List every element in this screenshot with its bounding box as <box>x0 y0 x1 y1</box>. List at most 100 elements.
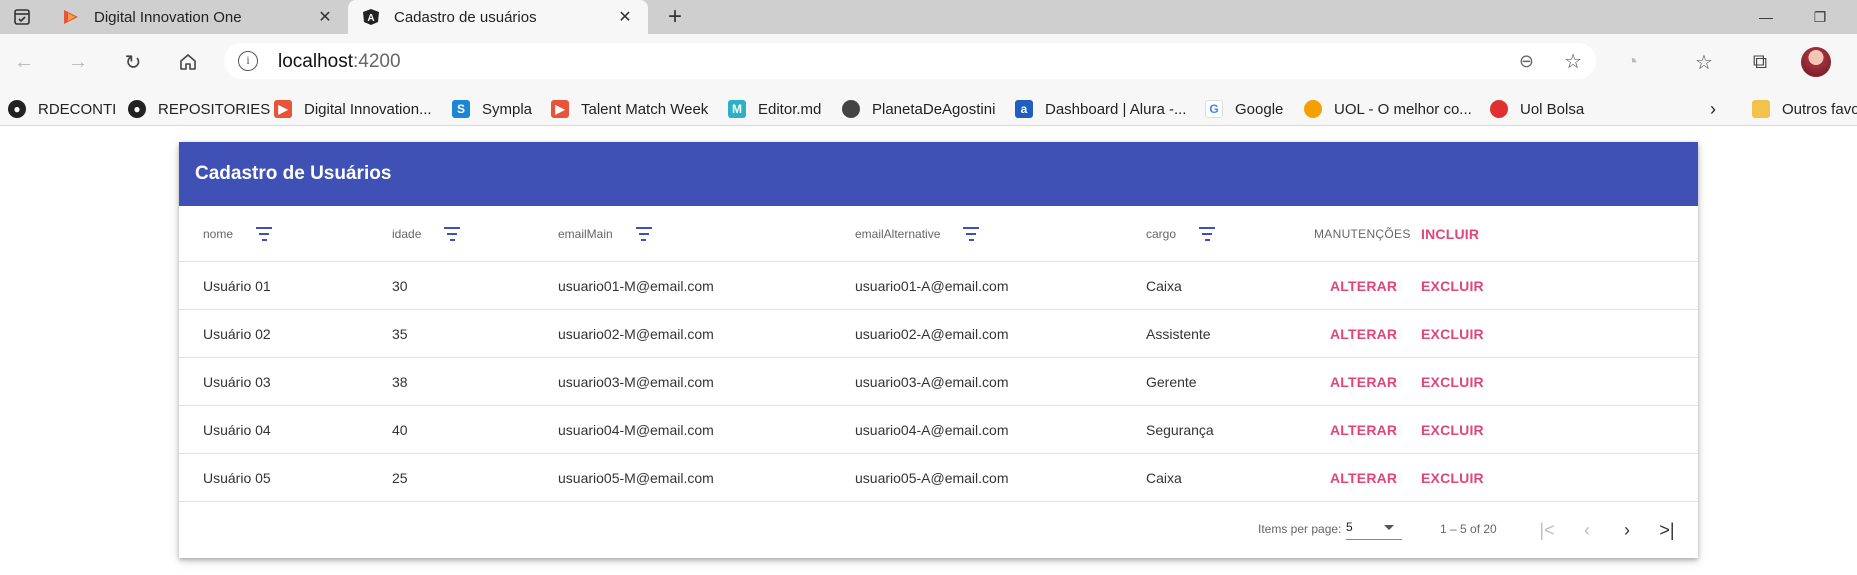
url-text: localhost:4200 <box>278 51 401 73</box>
excluir-button[interactable]: EXCLUIR <box>1421 262 1484 309</box>
collections-icon[interactable]: ⧉ <box>1748 50 1772 74</box>
excluir-button[interactable]: EXCLUIR <box>1421 310 1484 357</box>
cell-emailmain: usuario04-M@email.com <box>558 421 714 438</box>
column-header-cargo: cargo <box>1146 206 1216 261</box>
back-arrow-icon: ← <box>14 50 34 73</box>
cell-idade: 35 <box>392 325 408 342</box>
filter-icon[interactable] <box>962 226 980 241</box>
column-label: idade <box>392 226 422 241</box>
uol-icon <box>1490 100 1508 118</box>
cell-nome: Usuário 05 <box>203 469 271 486</box>
alterar-button[interactable]: ALTERAR <box>1330 454 1397 501</box>
cell-emailalternative: usuario05-A@email.com <box>855 469 1009 486</box>
site-info-icon[interactable]: i <box>238 51 258 71</box>
filter-icon[interactable] <box>1198 226 1216 241</box>
last-page-button[interactable]: >| <box>1653 516 1681 544</box>
restore-button[interactable]: ❐ <box>1797 0 1843 34</box>
bookmark-outros-favoritos[interactable]: Outros favo <box>1752 98 1857 120</box>
home-button[interactable] <box>168 42 208 82</box>
alterar-button[interactable]: ALTERAR <box>1330 358 1397 405</box>
bookmark-rdeconti[interactable]: ● RDECONTI <box>8 98 116 120</box>
cell-idade: 25 <box>392 469 408 486</box>
table-row: Usuário 01 30 usuario01-M@email.com usua… <box>179 262 1698 310</box>
filter-icon[interactable] <box>255 226 273 241</box>
table-row: Usuário 05 25 usuario05-M@email.com usua… <box>179 454 1698 502</box>
previous-page-button[interactable]: ‹ <box>1573 516 1601 544</box>
bookmark-planetadeagostini[interactable]: PlanetaDeAgostini <box>842 98 995 120</box>
reload-button[interactable]: ↻ <box>113 42 153 82</box>
bookmark-uol[interactable]: UOL - O melhor co... <box>1304 98 1472 120</box>
bookmark-label: Digital Innovation... <box>304 100 432 118</box>
forward-arrow-icon: → <box>68 50 88 73</box>
zoom-out-icon[interactable]: ⊖ <box>1519 51 1534 72</box>
cell-nome: Usuário 03 <box>203 373 271 390</box>
chevron-down-icon <box>1384 525 1394 530</box>
bookmark-sympla[interactable]: S Sympla <box>452 98 532 120</box>
new-tab-button[interactable]: + <box>658 0 692 34</box>
close-tab-icon[interactable]: ✕ <box>616 7 634 27</box>
dio-icon: ▶ <box>274 100 292 118</box>
home-icon <box>180 54 196 70</box>
bookmark-label: REPOSITORIES <box>158 100 271 118</box>
add-favorite-icon[interactable]: ☆ <box>1564 49 1582 74</box>
url-port: :4200 <box>353 51 401 72</box>
column-label: emailMain <box>558 226 613 241</box>
next-page-button[interactable]: › <box>1613 516 1641 544</box>
angular-icon: A <box>363 9 379 25</box>
tab-actions-button[interactable] <box>0 0 44 34</box>
filter-icon[interactable] <box>443 226 461 241</box>
bookmark-repositories[interactable]: ● REPOSITORIES <box>128 98 270 120</box>
github-icon: ● <box>128 100 146 118</box>
filter-icon[interactable] <box>635 226 653 241</box>
cell-nome: Usuário 01 <box>203 277 271 294</box>
bookmarks-overflow-button[interactable]: › <box>1710 98 1716 120</box>
excluir-button[interactable]: EXCLUIR <box>1421 454 1484 501</box>
close-tab-icon[interactable]: ✕ <box>316 7 334 27</box>
bookmark-uol-bolsa[interactable]: Uol Bolsa <box>1490 98 1584 120</box>
cell-emailalternative: usuario04-A@email.com <box>855 421 1009 438</box>
tab-digital-innovation-one[interactable]: Digital Innovation One ✕ <box>48 0 348 34</box>
tab-cadastro-de-usuarios[interactable]: A Cadastro de usuários ✕ <box>348 0 648 34</box>
back-button[interactable]: ← <box>4 42 44 82</box>
column-header-manutencoes: MANUTENÇÕES <box>1314 226 1411 241</box>
extension-icon[interactable]: ◔ <box>1620 50 1644 74</box>
bookmark-dashboard-alura[interactable]: a Dashboard | Alura -... <box>1015 98 1186 120</box>
uol-icon <box>1304 100 1322 118</box>
tab-actions-icon <box>14 9 30 25</box>
alterar-button[interactable]: ALTERAR <box>1330 406 1397 453</box>
favorites-icon[interactable]: ☆ <box>1692 50 1716 74</box>
cell-emailmain: usuario05-M@email.com <box>558 469 714 486</box>
cell-emailmain: usuario01-M@email.com <box>558 277 714 294</box>
bookmark-digital-innovation[interactable]: ▶ Digital Innovation... <box>274 98 432 120</box>
bookmark-label: PlanetaDeAgostini <box>872 100 996 118</box>
bookmark-talent-match-week[interactable]: ▶ Talent Match Week <box>551 98 708 120</box>
excluir-button[interactable]: EXCLUIR <box>1421 406 1484 453</box>
first-page-button[interactable]: |< <box>1533 516 1561 544</box>
paginator: Items per page: 5 1 – 5 of 20 |< ‹ › >| <box>179 502 1698 558</box>
cell-emailmain: usuario03-M@email.com <box>558 373 714 390</box>
sympla-icon: S <box>452 100 470 118</box>
incluir-button[interactable]: INCLUIR <box>1421 206 1479 261</box>
bookmark-google[interactable]: G Google <box>1205 98 1283 120</box>
tab-title: Digital Innovation One <box>94 8 242 26</box>
table-row: Usuário 04 40 usuario04-M@email.com usua… <box>179 406 1698 454</box>
bookmark-editor-md[interactable]: M Editor.md <box>728 98 821 120</box>
minimize-button[interactable]: — <box>1743 0 1789 34</box>
address-bar[interactable]: i localhost:4200 ⊖ ☆ <box>224 43 1596 79</box>
cell-idade: 40 <box>392 421 408 438</box>
page-size-select[interactable]: 5 <box>1346 516 1402 540</box>
alterar-button[interactable]: ALTERAR <box>1330 262 1397 309</box>
profile-avatar[interactable] <box>1801 47 1831 77</box>
table-row: Usuário 02 35 usuario02-M@email.com usua… <box>179 310 1698 358</box>
tab-title: Cadastro de usuários <box>394 8 537 26</box>
bookmarks-bar: ● RDECONTI ● REPOSITORIES ▶ Digital Innovat… <box>0 90 1857 126</box>
cell-cargo: Assistente <box>1146 325 1211 342</box>
forward-button[interactable]: → <box>58 42 98 82</box>
cell-cargo: Caixa <box>1146 469 1182 486</box>
alterar-button[interactable]: ALTERAR <box>1330 310 1397 357</box>
excluir-button[interactable]: EXCLUIR <box>1421 358 1484 405</box>
bookmark-label: RDECONTI <box>38 100 117 118</box>
cell-cargo: Caixa <box>1146 277 1182 294</box>
github-icon: ● <box>8 100 26 118</box>
bookmark-label: Editor.md <box>758 100 822 118</box>
